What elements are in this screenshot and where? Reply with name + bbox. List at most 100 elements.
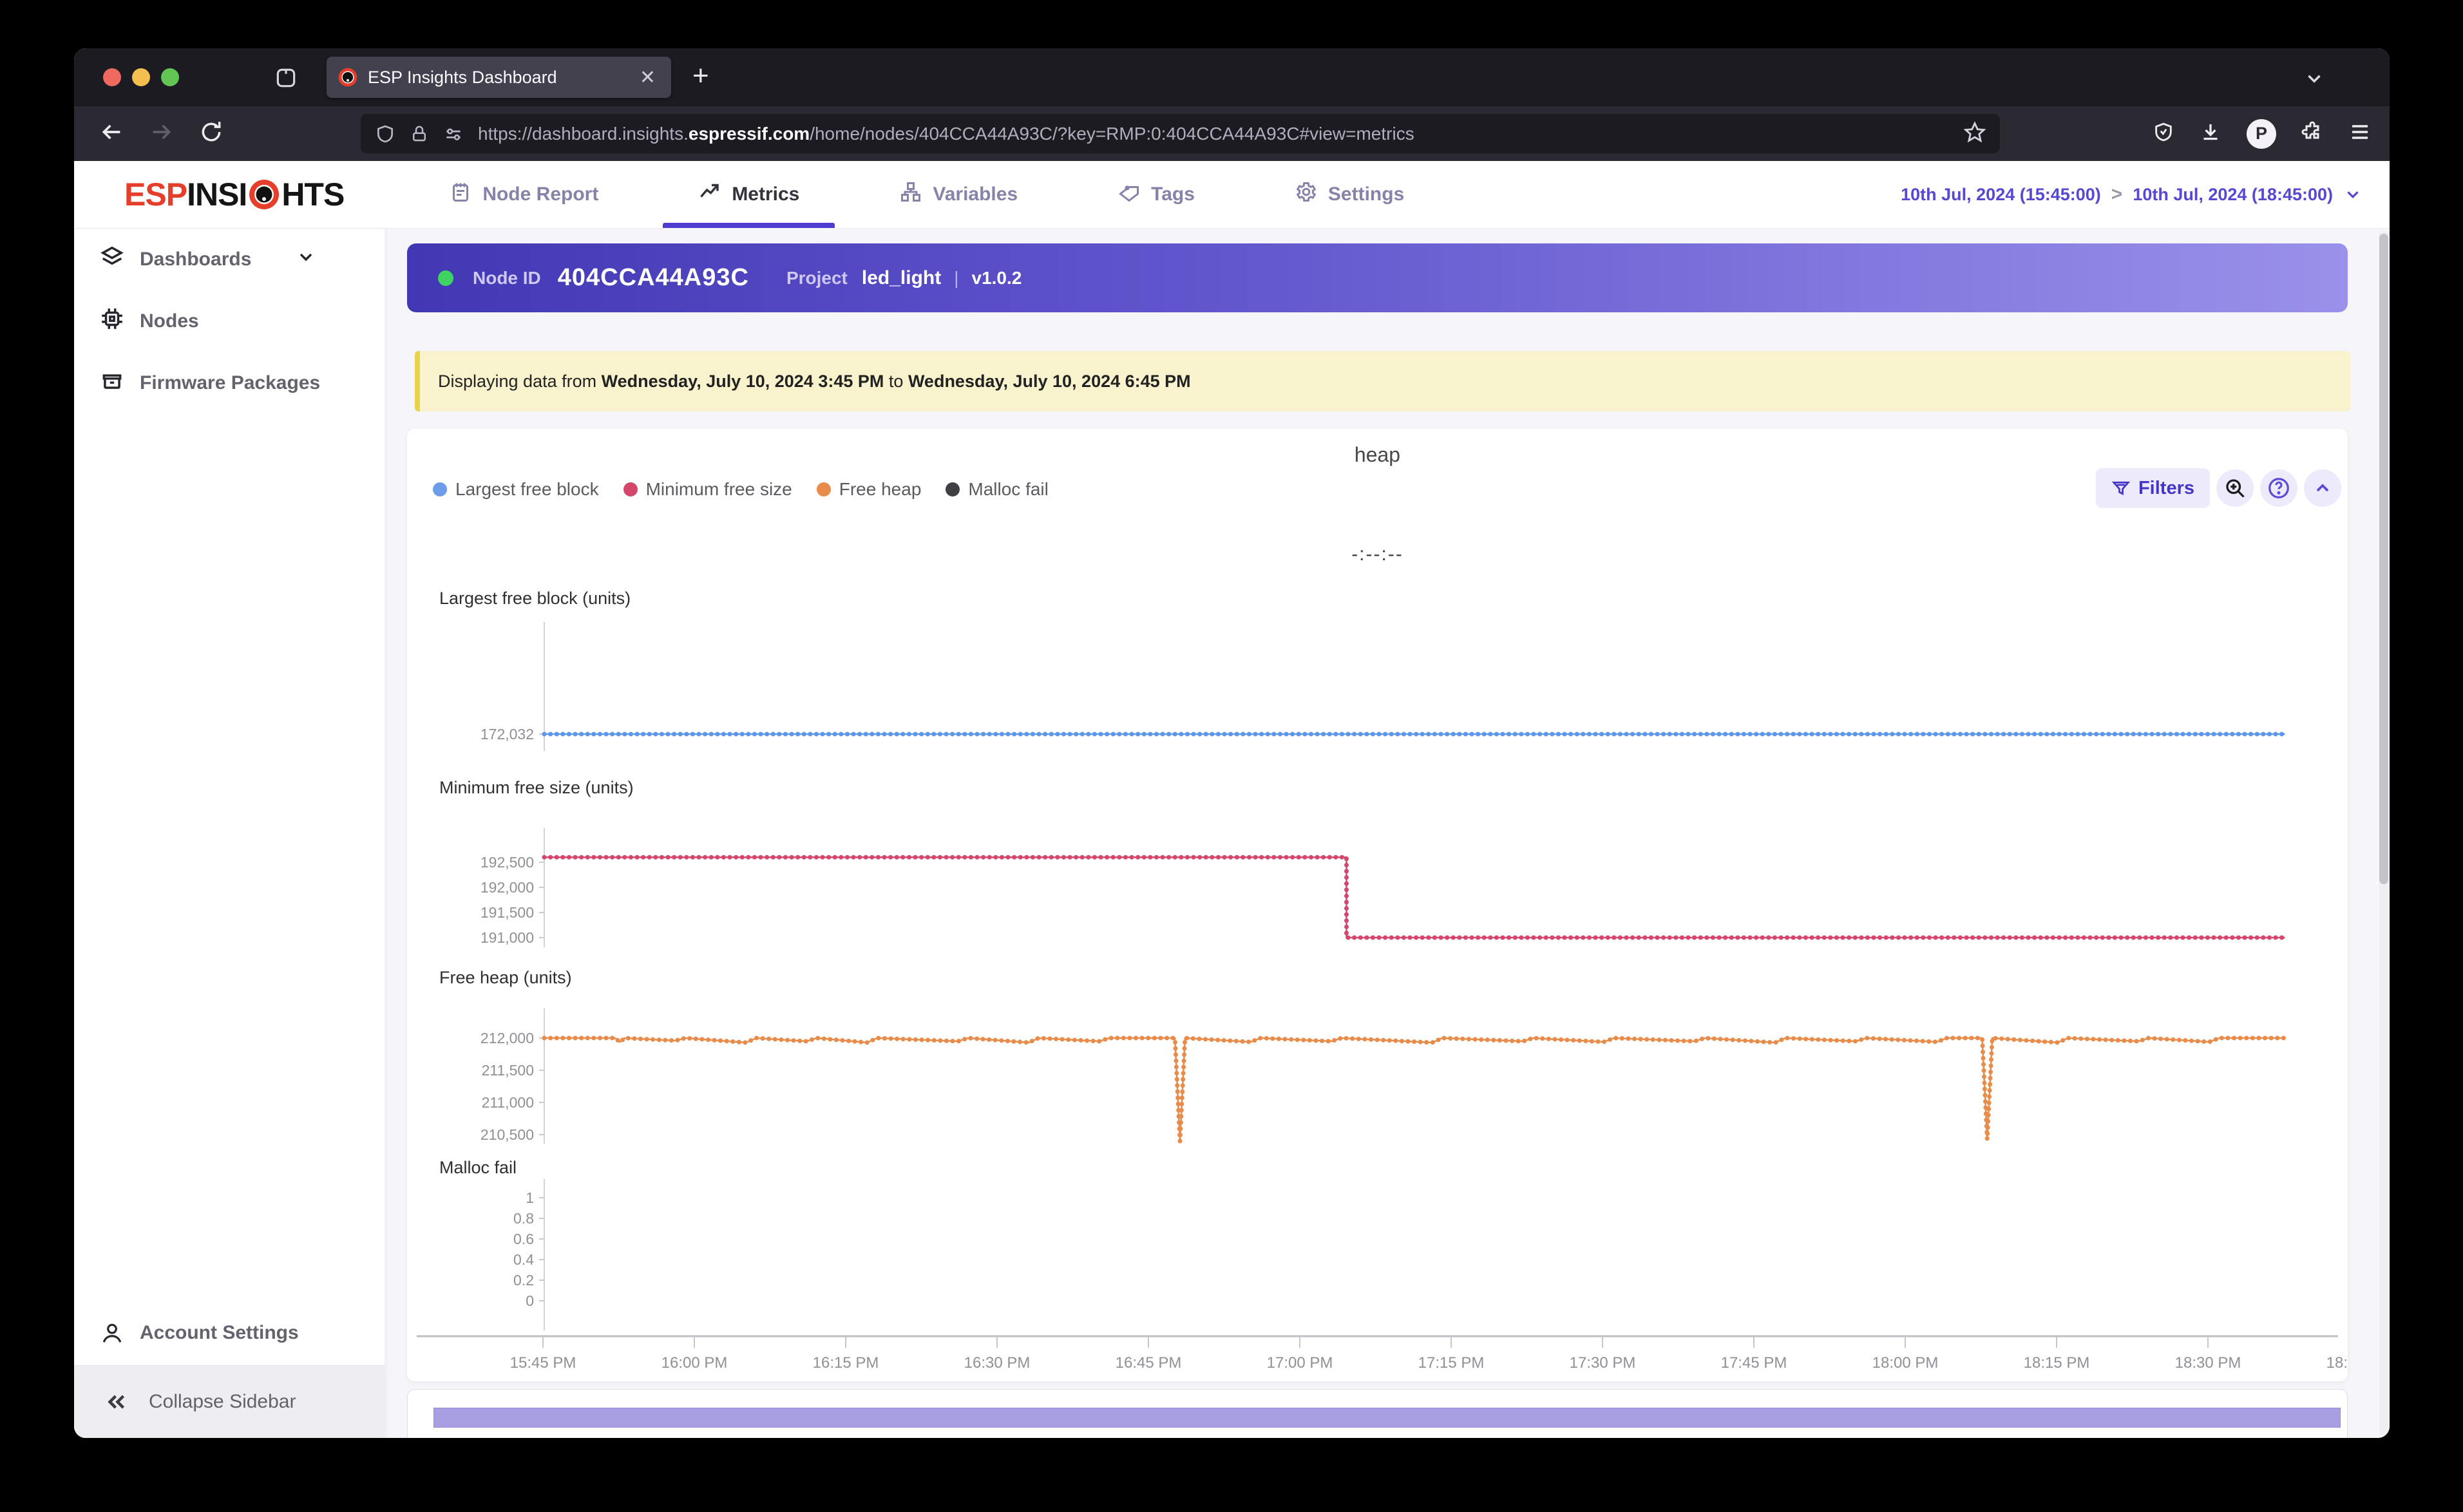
sidebar-item-firmware-packages[interactable]: Firmware Packages: [74, 352, 385, 414]
tracking-shield-icon[interactable]: [375, 124, 395, 144]
menu-hamburger-icon[interactable]: [2348, 120, 2372, 147]
esp-favicon: [338, 68, 357, 87]
svg-text:Largest free block (units): Largest free block (units): [439, 589, 631, 608]
app-body: Dashboards Nodes Firmware Packages Account…: [74, 229, 2390, 1438]
svg-text:210,500: 210,500: [480, 1126, 534, 1143]
time-range-slider[interactable]: [433, 1408, 2341, 1428]
firmware-version: v1.0.2: [971, 267, 1022, 288]
svg-text:18:45 PM: 18:45 PM: [2326, 1354, 2348, 1372]
node-online-status-dot: [438, 270, 453, 286]
nodes-icon: [100, 307, 140, 336]
tab-variables[interactable]: Variables: [864, 161, 1053, 228]
chevron-down-icon: [296, 247, 332, 272]
svg-text:18:30 PM: 18:30 PM: [2175, 1354, 2241, 1372]
person-icon: [102, 1323, 122, 1343]
heap-charts[interactable]: Largest free block (units) 172,032 Minimum…: [407, 429, 2348, 1381]
tab-label: Metrics: [732, 184, 800, 205]
double-chevron-left-icon: [108, 1395, 125, 1409]
tab-metrics[interactable]: Metrics: [663, 161, 835, 228]
svg-text:172,032: 172,032: [480, 726, 534, 742]
tab-node-report[interactable]: Node Report: [414, 161, 634, 228]
tab-tags[interactable]: Tags: [1082, 161, 1230, 228]
tab-settings[interactable]: Settings: [1259, 161, 1440, 228]
firefox-view-icon[interactable]: [274, 66, 298, 93]
sidebar-item-dashboards[interactable]: Dashboards: [74, 229, 385, 290]
svg-text:Malloc fail: Malloc fail: [439, 1158, 517, 1177]
svg-text:16:30 PM: 16:30 PM: [964, 1354, 1031, 1372]
browser-navbar: https://dashboard.insights.espressif.com…: [74, 106, 2390, 161]
sidebar-item-label: Firmware Packages: [140, 372, 321, 393]
app-nav-tabs: Node Report Metrics Variables Tags Settings: [414, 161, 1440, 228]
macos-zoom-button[interactable]: [161, 68, 179, 86]
chevron-down-icon: [2347, 191, 2359, 199]
browser-tab[interactable]: ESP Insights Dashboard ✕: [327, 57, 671, 98]
back-icon[interactable]: [99, 119, 124, 148]
metrics-icon: [698, 180, 721, 209]
svg-text:211,000: 211,000: [482, 1094, 534, 1111]
url-bar[interactable]: https://dashboard.insights.espressif.com…: [361, 114, 2000, 153]
sidebar-item-nodes[interactable]: Nodes: [74, 290, 385, 352]
logo-insi: INSI: [187, 176, 247, 213]
macos-close-button[interactable]: [103, 68, 121, 86]
node-report-icon: [449, 180, 472, 209]
svg-text:17:45 PM: 17:45 PM: [1721, 1354, 1787, 1372]
downloads-icon[interactable]: [2199, 120, 2222, 147]
svg-text:0.6: 0.6: [513, 1231, 534, 1247]
logo-aperture-icon: [249, 180, 280, 209]
svg-text:0.2: 0.2: [513, 1272, 534, 1289]
shield-badge-icon[interactable]: [2153, 121, 2174, 146]
banner-separator: |: [954, 267, 959, 288]
tags-icon: [1117, 180, 1141, 209]
extensions-puzzle-icon[interactable]: [2301, 120, 2324, 147]
lock-icon[interactable]: [410, 124, 429, 144]
page-scrollbar-thumb[interactable]: [2379, 234, 2388, 884]
permissions-icon[interactable]: [443, 124, 464, 144]
node-banner: Node ID 404CCA44A93C Project led_light |…: [407, 243, 2348, 312]
url-text[interactable]: https://dashboard.insights.espressif.com…: [478, 124, 1954, 144]
app-header: ESP INSI HTS Node Report Metrics Variables…: [74, 161, 2390, 229]
project-name: led_light: [861, 267, 942, 288]
esp-insights-logo[interactable]: ESP INSI HTS: [124, 176, 345, 213]
tab-label: Node Report: [482, 184, 599, 205]
active-tab-underline: [663, 223, 835, 228]
svg-text:17:00 PM: 17:00 PM: [1267, 1354, 1333, 1372]
macos-minimize-button[interactable]: [132, 68, 150, 86]
bookmark-star-icon[interactable]: [1963, 121, 1986, 146]
date-range-picker[interactable]: 10th Jul, 2024 (15:45:00) > 10th Jul, 20…: [1901, 184, 2363, 205]
svg-text:Free heap (units): Free heap (units): [439, 968, 572, 987]
svg-text:Minimum free size (units): Minimum free size (units): [439, 778, 634, 797]
svg-text:18:15 PM: 18:15 PM: [2024, 1354, 2090, 1372]
list-all-tabs-chevron-icon[interactable]: [2303, 68, 2325, 93]
svg-text:191,500: 191,500: [480, 904, 534, 921]
logo-esp: ESP: [124, 176, 187, 213]
forward-icon[interactable]: [149, 119, 175, 148]
browser-tab-strip: ESP Insights Dashboard ✕ +: [74, 48, 2390, 106]
tab-label: Tags: [1151, 184, 1195, 205]
svg-text:191,000: 191,000: [480, 929, 534, 946]
tab-title: ESP Insights Dashboard: [368, 67, 557, 87]
svg-text:211,500: 211,500: [482, 1062, 534, 1079]
collapse-sidebar-button[interactable]: Collapse Sidebar: [74, 1365, 385, 1438]
svg-text:0.4: 0.4: [513, 1251, 534, 1268]
reload-icon[interactable]: [199, 120, 223, 147]
svg-text:16:45 PM: 16:45 PM: [1116, 1354, 1182, 1372]
tab-close-icon[interactable]: ✕: [636, 66, 660, 89]
node-id-label: Node ID: [473, 267, 541, 288]
svg-text:0.8: 0.8: [513, 1210, 534, 1227]
sidebar-item-label: Dashboards: [140, 249, 252, 270]
svg-text:212,000: 212,000: [480, 1030, 534, 1046]
heap-metrics-card: heap Largest free block Minimum free size…: [407, 429, 2348, 1381]
new-tab-button[interactable]: +: [692, 60, 709, 92]
profile-avatar[interactable]: P: [2247, 118, 2276, 149]
next-panel-card: [407, 1389, 2348, 1438]
collapse-sidebar-label: Collapse Sidebar: [149, 1391, 296, 1412]
tab-label: Settings: [1327, 184, 1405, 205]
sidebar-item-account-settings[interactable]: Account Settings: [74, 1301, 385, 1365]
project-label: Project: [786, 267, 848, 288]
svg-text:16:15 PM: 16:15 PM: [813, 1354, 879, 1372]
node-id-value: 404CCA44A93C: [557, 264, 749, 291]
svg-text:192,500: 192,500: [480, 854, 534, 871]
svg-text:192,000: 192,000: [480, 879, 534, 896]
svg-text:16:00 PM: 16:00 PM: [661, 1354, 728, 1372]
svg-text:1: 1: [526, 1189, 534, 1206]
